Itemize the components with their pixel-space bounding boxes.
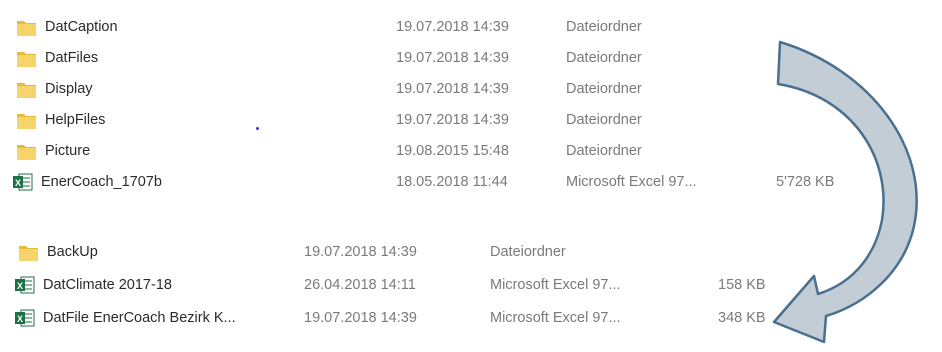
date-modified: 19.08.2015 15:48	[396, 143, 509, 159]
file-type: Dateiordner	[566, 143, 642, 159]
file-size: 158 KB	[718, 277, 766, 293]
file-name: BackUp	[47, 244, 98, 260]
stray-dot	[256, 127, 259, 130]
folder-icon	[16, 141, 37, 161]
file-name: Picture	[45, 143, 91, 159]
excel-file-icon: X	[14, 308, 35, 328]
file-row-datfiles[interactable]: DatFiles 19.07.2018 14:39 Dateiordner	[10, 44, 850, 72]
date-modified: 19.07.2018 14:39	[396, 50, 509, 66]
file-type: Dateiordner	[566, 112, 642, 128]
name-cell: DatCaption	[16, 17, 118, 37]
file-type: Dateiordner	[566, 50, 642, 66]
excel-file-icon: X	[14, 275, 35, 295]
file-size: 348 KB	[718, 310, 766, 326]
date-modified: 19.07.2018 14:39	[304, 244, 417, 260]
name-cell: X EnerCoach_1707b	[12, 172, 162, 192]
date-modified: 19.07.2018 14:39	[396, 19, 509, 35]
date-modified: 19.07.2018 14:39	[304, 310, 417, 326]
file-row-enercoach[interactable]: X EnerCoach_1707b 18.05.2018 11:44 Micro…	[10, 168, 850, 196]
file-row-helpfiles[interactable]: HelpFiles 19.07.2018 14:39 Dateiordner	[10, 106, 850, 134]
file-row-picture[interactable]: Picture 19.08.2015 15:48 Dateiordner	[10, 137, 850, 165]
name-cell: HelpFiles	[16, 110, 105, 130]
file-type: Microsoft Excel 97...	[566, 174, 697, 190]
name-cell: BackUp	[18, 242, 98, 262]
file-size: 5'728 KB	[776, 174, 835, 190]
svg-text:X: X	[17, 314, 23, 324]
file-type: Microsoft Excel 97...	[490, 310, 621, 326]
folder-icon	[16, 79, 37, 99]
file-name: DatFiles	[45, 50, 99, 66]
file-name: EnerCoach_1707b	[41, 174, 162, 190]
folder-icon	[16, 110, 37, 130]
file-row-display[interactable]: Display 19.07.2018 14:39 Dateiordner	[10, 75, 850, 103]
svg-text:X: X	[17, 281, 23, 291]
folder-icon	[16, 17, 37, 37]
name-cell: Display	[16, 79, 93, 99]
file-name: DatClimate 2017-18	[43, 277, 172, 293]
file-name: DatFile EnerCoach Bezirk K...	[43, 310, 236, 326]
file-type: Dateiordner	[490, 244, 566, 260]
name-cell: DatFiles	[16, 48, 98, 68]
file-type: Dateiordner	[566, 81, 642, 97]
folder-icon	[18, 242, 39, 262]
date-modified: 18.05.2018 11:44	[396, 174, 508, 190]
file-type: Dateiordner	[566, 19, 642, 35]
file-name: HelpFiles	[45, 112, 106, 128]
svg-text:X: X	[15, 178, 21, 188]
file-row-datclimate[interactable]: X DatClimate 2017-18 26.04.2018 14:11 Mi…	[10, 271, 790, 299]
file-row-datfile-enercoach[interactable]: X DatFile EnerCoach Bezirk K... 19.07.20…	[10, 304, 790, 332]
name-cell: X DatFile EnerCoach Bezirk K...	[14, 308, 236, 328]
file-type: Microsoft Excel 97...	[490, 277, 621, 293]
excel-file-icon: X	[12, 172, 33, 192]
file-row-datcaption[interactable]: DatCaption 19.07.2018 14:39 Dateiordner	[10, 13, 850, 41]
file-name: DatCaption	[45, 19, 118, 35]
name-cell: X DatClimate 2017-18	[14, 275, 172, 295]
name-cell: Picture	[16, 141, 90, 161]
file-name: Display	[45, 81, 93, 97]
folder-icon	[16, 48, 37, 68]
date-modified: 19.07.2018 14:39	[396, 81, 509, 97]
date-modified: 19.07.2018 14:39	[396, 112, 509, 128]
date-modified: 26.04.2018 14:11	[304, 277, 416, 293]
file-row-backup[interactable]: BackUp 19.07.2018 14:39 Dateiordner	[10, 238, 790, 266]
